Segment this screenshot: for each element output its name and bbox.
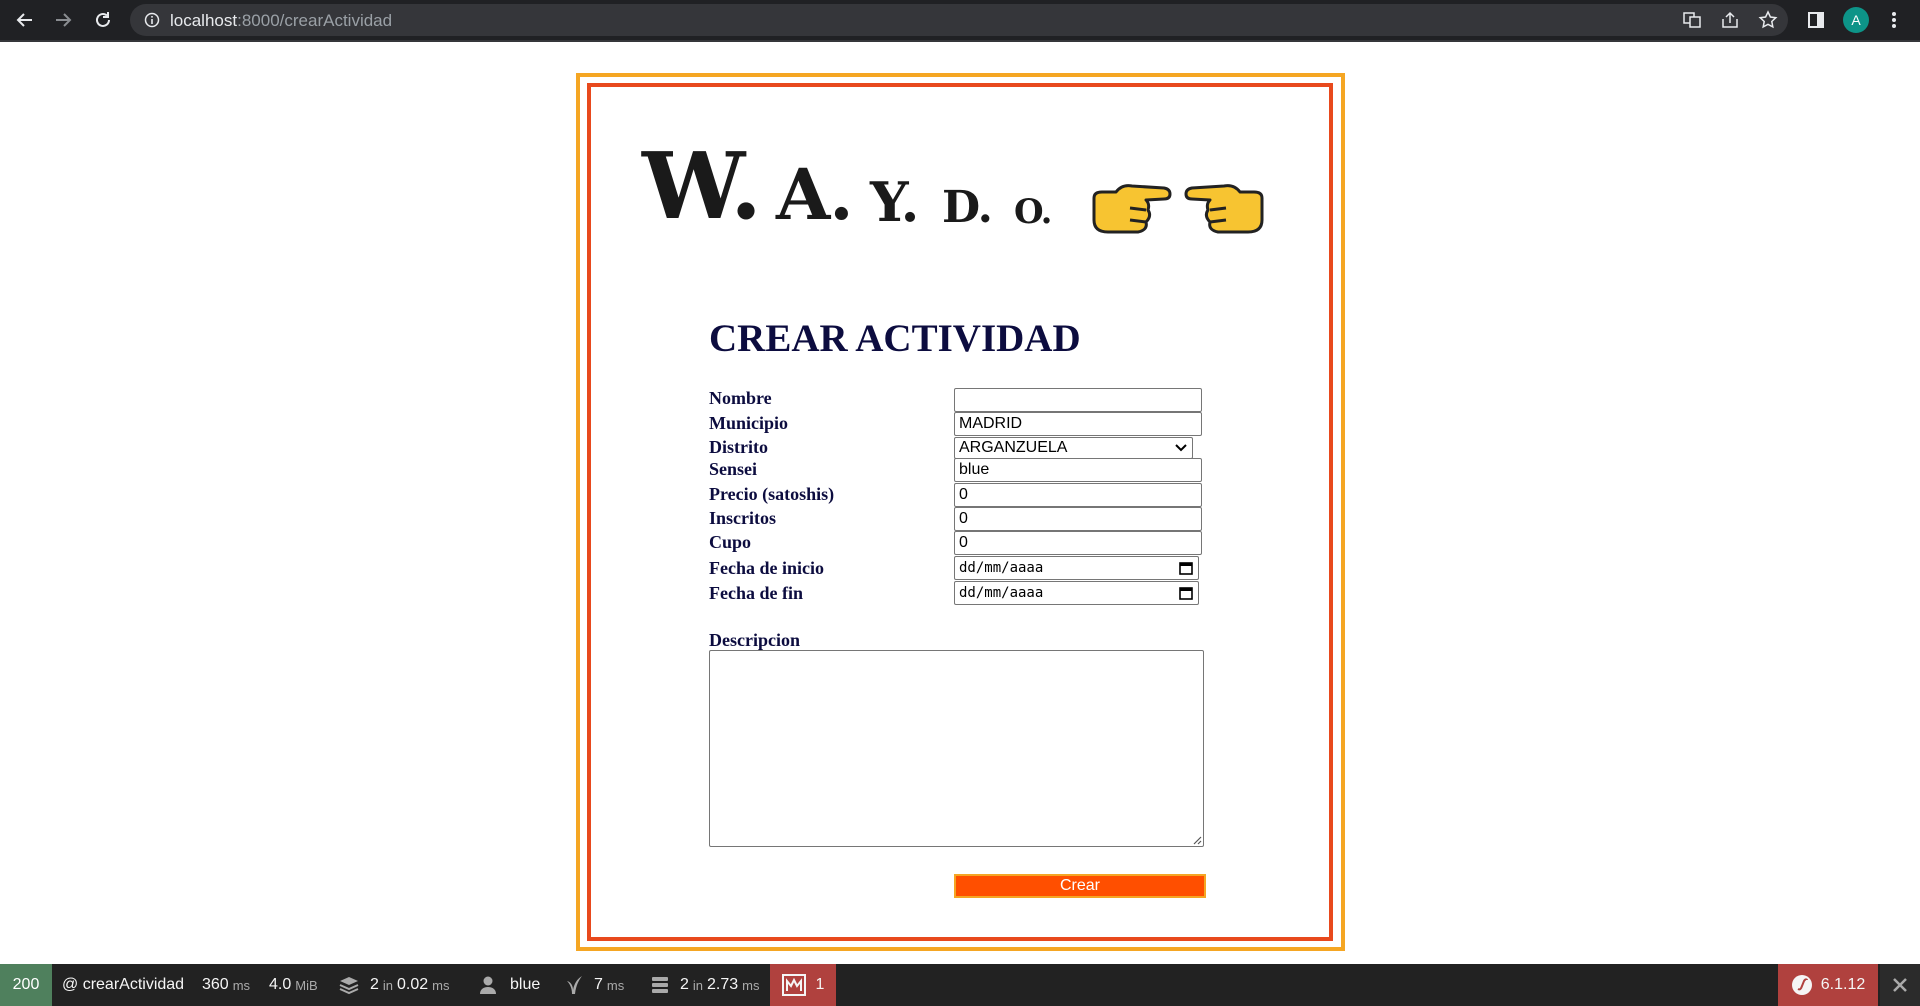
logo-letter-a: A.: [776, 153, 854, 236]
sensei-input[interactable]: blue: [954, 458, 1202, 482]
cupo-label: Cupo: [709, 532, 752, 552]
db-unit: ms: [742, 977, 760, 993]
twig-item[interactable]: 7 ms: [566, 964, 624, 1006]
bookmark-star-icon[interactable]: [1756, 8, 1780, 32]
symfony-version: 6.1.12: [1820, 976, 1866, 993]
side-panel-icon[interactable]: [1804, 8, 1828, 32]
descripcion-textarea[interactable]: [709, 650, 1204, 847]
logo-letter-y: Y.: [870, 170, 919, 234]
memory-unit: MiB: [295, 977, 318, 993]
route-item[interactable]: @ crearActividad: [62, 964, 184, 1006]
cache-in: in: [382, 977, 394, 993]
page-title: CREAR ACTIVIDAD: [709, 317, 1081, 360]
reload-button[interactable]: [88, 6, 118, 34]
db-time: 2.73: [707, 976, 739, 993]
fecha-fin-input[interactable]: dd/mm/aaaa: [954, 581, 1199, 605]
back-arrow-icon: [16, 13, 32, 27]
exception-icon: [781, 974, 806, 996]
symfony-logo-icon: [1791, 975, 1812, 995]
user-item[interactable]: blue: [478, 964, 540, 1006]
database-item[interactable]: 2 in 2.73 ms: [650, 964, 760, 1006]
browser-toolbar: localhost:8000/crearActividad A: [0, 0, 1920, 42]
share-icon[interactable]: [1718, 8, 1742, 32]
inscritos-input[interactable]: 0: [954, 507, 1202, 531]
symfony-version-item[interactable]: 6.1.12: [1778, 964, 1878, 1006]
descripcion-label: Descripcion: [709, 630, 800, 650]
forward-button[interactable]: [48, 6, 78, 34]
distrito-select[interactable]: ARGANZUELA: [954, 437, 1193, 459]
translate-icon[interactable]: [1680, 8, 1704, 32]
reload-icon: [96, 12, 110, 27]
fecha-inicio-input[interactable]: dd/mm/aaaa: [954, 556, 1199, 580]
menu-kebab-icon[interactable]: [1882, 8, 1906, 32]
database-icon: [652, 977, 668, 993]
logo-letter-o: O.: [1014, 192, 1052, 232]
db-count: 2: [680, 976, 689, 993]
exception-item[interactable]: 1: [770, 964, 836, 1006]
fecha-fin-placeholder: dd/mm/aaaa: [959, 585, 1044, 601]
distrito-selected-value: ARGANZUELA: [959, 439, 1068, 456]
time-value: 360: [202, 976, 229, 993]
time-unit: ms: [232, 977, 251, 993]
address-bar[interactable]: localhost:8000/crearActividad: [130, 4, 1788, 36]
precio-label: Precio (satoshis): [709, 484, 835, 504]
twig-leaf-icon: [567, 976, 582, 994]
logo-letter-d: D.: [942, 182, 993, 233]
crear-button[interactable]: Crear: [954, 874, 1206, 898]
url-text: localhost:8000/crearActividad: [170, 11, 392, 31]
exception-count: 1: [815, 976, 825, 993]
fecha-fin-label: Fecha de fin: [709, 583, 803, 603]
forward-arrow-icon: [56, 13, 72, 27]
db-in: in: [692, 977, 704, 993]
sensei-label: Sensei: [709, 459, 758, 479]
calendar-icon[interactable]: [1179, 586, 1193, 600]
pointing-right-hand-icon: [1092, 184, 1172, 234]
cupo-input[interactable]: 0: [954, 531, 1202, 555]
cache-time: 0.02: [397, 976, 429, 993]
municipio-label: Municipio: [709, 413, 789, 433]
distrito-label: Distrito: [709, 437, 768, 457]
profile-avatar[interactable]: A: [1843, 7, 1869, 33]
close-icon: [1893, 978, 1907, 992]
municipio-input[interactable]: MADRID: [954, 412, 1202, 436]
user-name: blue: [510, 976, 541, 993]
url-host: localhost: [170, 11, 238, 30]
user-icon: [480, 976, 496, 994]
layers-icon: [339, 977, 359, 995]
logo-letter-w: W.: [642, 132, 762, 240]
cache-count: 2: [370, 976, 379, 993]
cache-unit: ms: [432, 977, 450, 993]
status-code-badge[interactable]: 200: [0, 964, 52, 1006]
chevron-down-icon: [1175, 444, 1187, 452]
route-name: @ crearActividad: [62, 976, 185, 993]
twig-unit: ms: [606, 977, 625, 993]
inscritos-label: Inscritos: [709, 508, 776, 528]
site-info-icon[interactable]: [144, 12, 160, 28]
nombre-label: Nombre: [709, 388, 772, 408]
cache-item[interactable]: 2 in 0.02 ms: [338, 964, 450, 1006]
fecha-inicio-placeholder: dd/mm/aaaa: [959, 560, 1044, 576]
back-button[interactable]: [10, 6, 40, 34]
calendar-icon[interactable]: [1179, 561, 1193, 575]
fecha-inicio-label: Fecha de inicio: [709, 558, 824, 578]
twig-time: 7: [594, 976, 603, 993]
resize-grip-icon[interactable]: [1192, 835, 1202, 845]
precio-input[interactable]: 0: [954, 483, 1202, 507]
symfony-debug-toolbar: 200 @ crearActividad 360 ms 4.0 MiB 2 in 0.0…: [0, 964, 1920, 1006]
time-item[interactable]: 360 ms: [202, 964, 250, 1006]
url-path: :8000/crearActividad: [237, 11, 393, 30]
toolbar-close-button[interactable]: [1880, 964, 1920, 1006]
nombre-input[interactable]: [954, 388, 1202, 412]
memory-item[interactable]: 4.0 MiB: [269, 964, 318, 1006]
chrome-divider: [0, 40, 1920, 42]
memory-value: 4.0: [269, 976, 292, 993]
pointing-left-hand-icon: [1184, 184, 1264, 234]
